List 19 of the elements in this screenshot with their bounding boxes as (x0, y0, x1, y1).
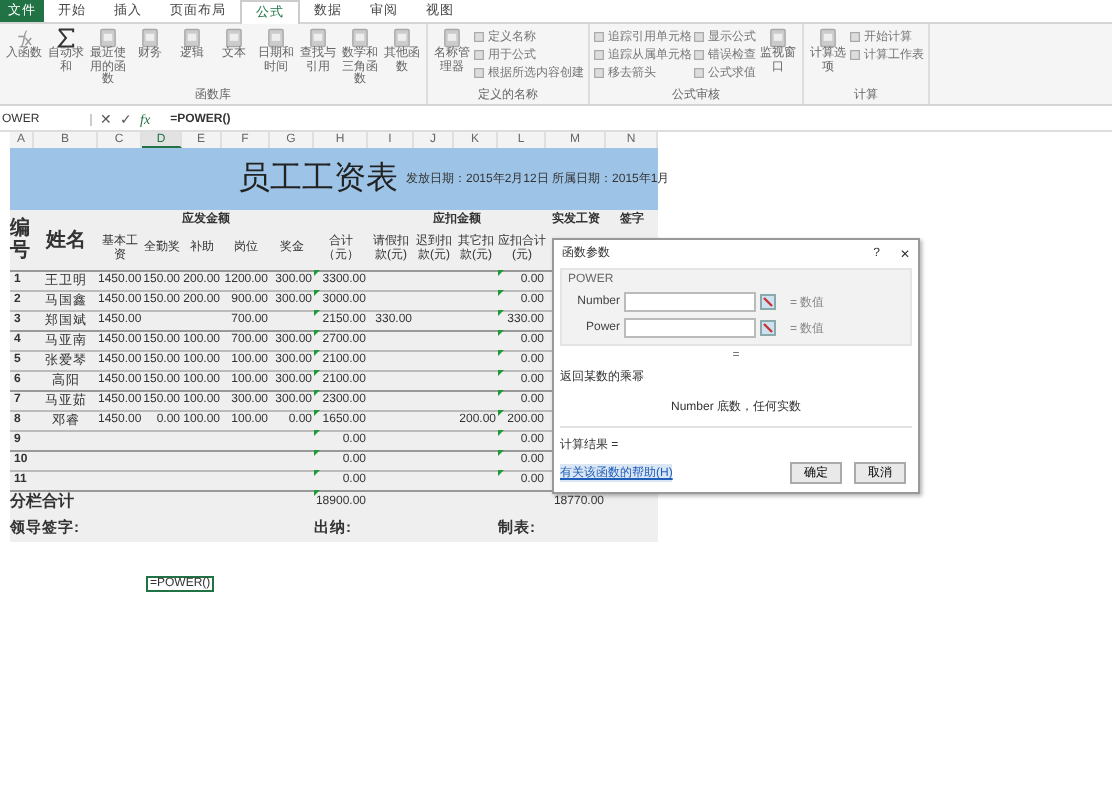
collapse-icon[interactable] (760, 320, 776, 336)
collapse-icon[interactable] (760, 294, 776, 310)
command-icon (308, 28, 328, 48)
sheet-title: 员工工资表 (238, 159, 398, 200)
command-icon (350, 28, 370, 48)
command-icon (224, 28, 244, 48)
command-icon (266, 28, 286, 48)
command-icon (140, 28, 160, 48)
argument-field[interactable] (624, 318, 756, 338)
command-icon (182, 28, 202, 48)
sigma-icon (56, 28, 76, 48)
argument-field[interactable] (624, 292, 756, 312)
header-cell-text: 姓名 (43, 227, 88, 254)
function-icon (14, 28, 34, 48)
command-icon (98, 28, 118, 48)
command-icon (392, 28, 412, 48)
command-icon (768, 28, 788, 48)
total-label: 分栏合计 (10, 490, 76, 512)
header-cell: 编号 (10, 218, 30, 262)
